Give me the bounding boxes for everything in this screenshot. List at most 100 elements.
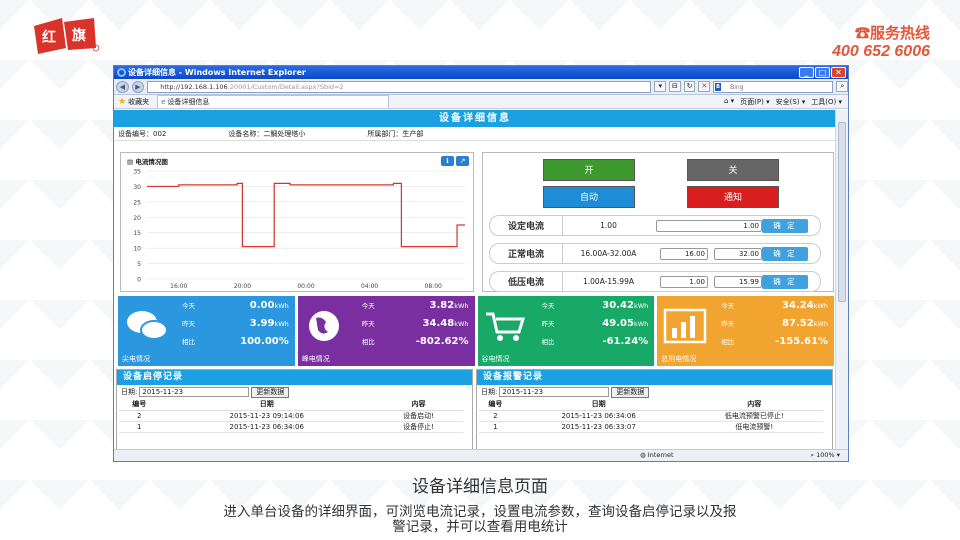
start-update-button[interactable]: 更新数据	[251, 386, 290, 398]
tile-value: 3.82kWh	[429, 300, 469, 311]
current-series-line	[147, 182, 465, 248]
tile-label: 峰电情况	[301, 355, 330, 363]
back-icon[interactable]: ◀	[116, 80, 129, 93]
x-tick-label: 08:00	[425, 283, 442, 290]
tile-value: 30.42kWh	[602, 300, 649, 311]
dropdown-icon[interactable]: ▾	[654, 81, 667, 92]
start-stop-table: 编号 日期 内容 2 2015-11-23 09:14:06 设备启动! 1 2015-1…	[119, 399, 463, 433]
tile-value: 0.00kWh	[249, 300, 289, 311]
tile-label: 谷电情况	[481, 355, 510, 363]
normal-max-input[interactable]: 32.00	[714, 247, 762, 260]
chart-plot: 0 5 10 15 20 25 30 35 16:00 20:00 00:00 04:00 08:00	[133, 169, 465, 290]
energy-tiles: 今天 0.00kWh 昨天 3.99kWh 相比 100.00% 尖电情况 今天 3.8…	[118, 296, 834, 366]
set-current-input[interactable]: 1.00	[656, 219, 762, 232]
svg-text:红: 红	[42, 29, 56, 46]
y-tick-label: 15	[133, 230, 141, 237]
normal-current-row: 正常电流 16.00A-32.00A 16.00 32.00 确 定	[489, 243, 821, 264]
department: 所属部门：生产部	[367, 129, 424, 138]
tab-device-detail[interactable]: e 设备详细信息	[157, 95, 390, 108]
tile-value: 100.00%	[240, 336, 289, 347]
status-bar: ◍ Internet ⌕ 100% ▾	[114, 449, 848, 461]
hongqi-logo: 红 旗	[34, 18, 100, 54]
normal-current-ok[interactable]: 确 定	[762, 246, 808, 261]
tile-label: 尖电情况	[122, 355, 150, 363]
table-row: 1 2015-11-23 06:34:06 设备停止!	[119, 421, 463, 433]
tile-peak-sharp: 今天 0.00kWh 昨天 3.99kWh 相比 100.00% 尖电情况	[118, 296, 295, 366]
table-row: 2 2015-11-23 06:34:06 低电流预警已停止!	[479, 410, 823, 422]
ie-icon	[117, 68, 126, 77]
notify-button[interactable]: 通知	[687, 186, 779, 208]
start-stop-title: 设备启停记录	[117, 370, 472, 385]
tile-label: 总用电情况	[661, 355, 697, 363]
globe-small-icon: ◍	[640, 451, 648, 459]
home-icon[interactable]: ⌂ ▾	[724, 97, 734, 107]
hotline-number: 400 652 6006	[832, 43, 930, 60]
export-icon[interactable]: ↗	[456, 156, 469, 166]
refresh-icon[interactable]: ↻	[683, 81, 696, 92]
tile-value: -61.24%	[602, 336, 649, 347]
y-tick-label: 35	[133, 169, 141, 176]
low-max-input[interactable]: 15.99	[714, 275, 762, 288]
tile-value: 34.48kWh	[422, 318, 469, 329]
bing-icon: B	[715, 82, 721, 91]
off-button[interactable]: 关	[687, 159, 779, 181]
page-icon: e	[161, 98, 166, 106]
tile-value: -155.61%	[775, 336, 828, 347]
start-date-input[interactable]: 2015-11-23	[139, 387, 250, 397]
y-tick-label: 10	[133, 246, 141, 253]
alarm-date-input[interactable]: 2015-11-23	[499, 387, 610, 397]
address-bar: ◀ ▶ http://192.168.1.106:20001/Custom/De…	[114, 79, 848, 95]
x-tick-label: 20:00	[234, 283, 251, 290]
compat-icon[interactable]: ⊟	[669, 81, 681, 92]
hotline-title: 服务热线	[869, 25, 930, 42]
tile-valley: 今天 30.42kWh 昨天 49.05kWh 相比 -61.24% 谷电情况	[477, 296, 655, 366]
info-icon[interactable]: ℹ	[441, 156, 454, 166]
tile-value: 49.05kWh	[602, 318, 649, 329]
tile-value: 3.99kWh	[249, 318, 289, 329]
tools-menu[interactable]: 工具(O) ▾	[811, 97, 842, 107]
chart-title: 电流情况图	[135, 158, 168, 166]
alarm-title: 设备报警记录	[477, 370, 832, 385]
search-icon[interactable]: ⌕	[836, 81, 848, 92]
x-tick-label: 00:00	[297, 283, 314, 290]
favorites-button[interactable]: ★ 收藏夹	[118, 97, 149, 107]
zoom-level: ⌕ 100% ▾	[810, 451, 840, 459]
alarm-table: 编号 日期 内容 2 2015-11-23 06:34:06 低电流预警已停止! 1 20…	[479, 399, 823, 433]
low-current-ok[interactable]: 确 定	[762, 274, 808, 289]
window-titlebar: 设备详细信息 - Windows Internet Explorer _ □ ✕	[114, 66, 848, 79]
y-tick-label: 5	[137, 261, 141, 268]
x-tick-label: 16:00	[170, 283, 187, 290]
device-no: 设备编号：002	[118, 129, 167, 138]
close-button[interactable]: ✕	[831, 67, 846, 78]
maximize-button[interactable]: □	[815, 67, 830, 78]
phone-icon: ☎	[854, 25, 870, 42]
start-stop-panel: 设备启停记录 日期: 2015-11-23 更新数据 编号 日期 内容 2 2015-…	[116, 369, 473, 451]
set-current-ok[interactable]: 确 定	[762, 218, 808, 233]
url-input[interactable]: http://192.168.1.106:20001/Custom/Detail…	[147, 80, 652, 93]
auto-button[interactable]: 自动	[543, 186, 635, 208]
low-min-input[interactable]: 1.00	[660, 275, 708, 288]
current-chart: ▤ 电流情况图 ℹ ↗ 0 5 10 15 20 25 30 35 16:00 20:00 00:0…	[120, 152, 474, 292]
tile-value: -802.62%	[415, 336, 469, 347]
tile-total: 今天 34.24kWh 昨天 87.52kWh 相比 -155.61% 总用电情况	[657, 296, 834, 366]
minimize-button[interactable]: _	[799, 67, 814, 78]
normal-min-input[interactable]: 16.00	[660, 247, 708, 260]
zone-label: ◍ Internet	[640, 451, 674, 459]
tile-value: 34.24kWh	[782, 300, 828, 311]
search-input[interactable]: B Bing	[713, 80, 834, 93]
tile-value: 87.52kWh	[782, 318, 828, 329]
alarm-update-button[interactable]: 更新数据	[611, 386, 650, 398]
stop-icon[interactable]: ✕	[698, 81, 711, 92]
hotline: ☎服务热线 400 652 6006	[832, 22, 930, 61]
alarm-panel: 设备报警记录 日期: 2015-11-23 更新数据 编号 日期 内容 2 2015-…	[476, 369, 833, 451]
chat-icon	[127, 311, 168, 340]
page-content: 设备详细信息 设备编号：002 设备名称：二鲷处理塔小 所属部门：生产部 ▤ 电…	[114, 110, 836, 451]
on-button[interactable]: 开	[543, 159, 635, 181]
star-icon: ★	[118, 96, 127, 107]
device-info: 设备编号：002 设备名称：二鲷处理塔小 所属部门：生产部	[114, 127, 836, 141]
caption-desc: 进入单台设备的详细界面，可浏览电流记录，设置电流参数，查询设备启停记录以及报 警…	[223, 504, 737, 535]
safety-menu[interactable]: 安全(S) ▾	[776, 97, 806, 107]
vertical-scrollbar[interactable]	[835, 110, 848, 451]
forward-icon[interactable]: ▶	[131, 80, 145, 93]
page-menu[interactable]: 页面(P) ▾	[740, 97, 769, 107]
